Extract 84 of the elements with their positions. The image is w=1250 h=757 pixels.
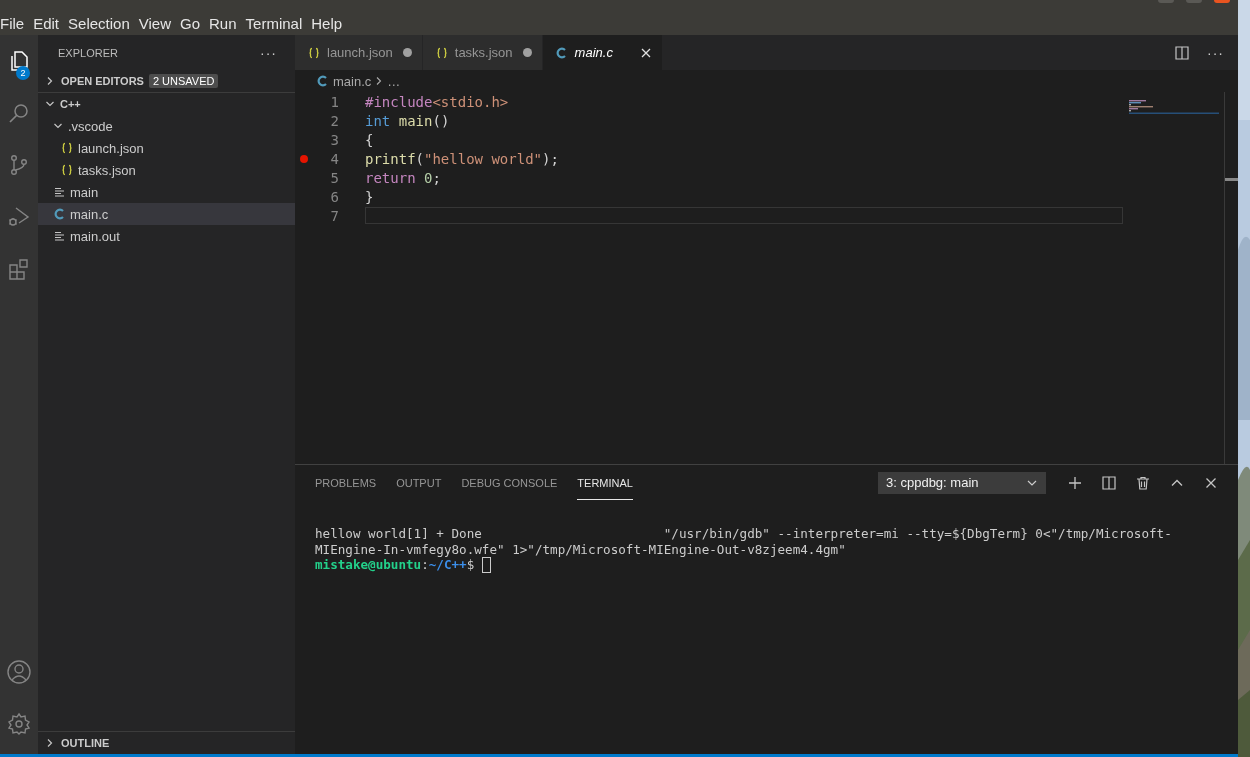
account-icon[interactable]: [6, 659, 32, 685]
tree-item[interactable]: C++: [38, 93, 295, 115]
close-icon[interactable]: [639, 46, 652, 59]
panel-tab[interactable]: DEBUG CONSOLE: [461, 465, 558, 500]
file-name: tasks.json: [78, 162, 136, 178]
tree-item[interactable]: main.out: [38, 225, 295, 247]
file-name: main.out: [70, 228, 120, 244]
breakpoint-icon[interactable]: [300, 154, 308, 163]
editor-tab[interactable]: main.c: [542, 35, 663, 70]
code-line: #include<stdio.h>: [365, 93, 509, 110]
panel-tab[interactable]: TERMINAL: [577, 465, 633, 500]
line-number: 5: [329, 169, 339, 186]
json-braces-icon: [307, 46, 321, 59]
extensions-icon: [7, 257, 31, 281]
terminal-line: hellow world[1] + Done "/usr/bin/gdb" --interpreter=mi --tty=${DbgTerm} 0<"/tmp/Microsoft-: [315, 526, 1173, 542]
unsaved-badge: 2 UNSAVED: [148, 74, 219, 88]
menu-item[interactable]: Selection: [68, 15, 139, 32]
c-file-icon: [315, 75, 329, 87]
chevron-icon[interactable]: [44, 99, 56, 109]
file-name: C++: [60, 98, 81, 110]
code-line: }: [365, 188, 374, 205]
breadcrumb-item[interactable]: …: [387, 73, 401, 89]
terminal-select[interactable]: 3: cppdbg: main: [878, 471, 1046, 494]
search-icon: [7, 101, 31, 125]
file-name: .vscode: [68, 118, 113, 134]
text-file-icon: [52, 187, 66, 197]
code-line: {: [365, 131, 374, 148]
line-number: 6: [329, 188, 339, 205]
section-header[interactable]: OPEN EDITORS 2 UNSAVED: [38, 70, 295, 93]
section-title: OPEN EDITORS: [61, 75, 144, 87]
menu-item[interactable]: Run: [209, 15, 246, 32]
tree-item[interactable]: main.c: [38, 203, 295, 225]
file-name: main: [70, 184, 99, 200]
more-actions-button[interactable]: ···: [260, 44, 277, 61]
add-terminal-icon[interactable]: [1068, 475, 1082, 490]
chevron-icon[interactable]: [52, 121, 64, 131]
split-terminal-icon[interactable]: [1102, 475, 1116, 490]
activity-button[interactable]: 2: [0, 35, 38, 87]
editor-tab[interactable]: tasks.json: [422, 35, 543, 70]
text-file-icon: [52, 231, 66, 241]
tree-item[interactable]: launch.json: [38, 137, 295, 159]
run-debug-icon: [7, 205, 31, 229]
more-actions-button[interactable]: ···: [1207, 44, 1224, 61]
tree-item[interactable]: main: [38, 181, 295, 203]
tree-item[interactable]: .vscode: [38, 115, 295, 137]
split-editor-icon[interactable]: [1175, 45, 1189, 60]
editor-tab[interactable]: launch.json: [295, 35, 423, 70]
code-line: return 0;: [365, 169, 441, 186]
terminal-line: mistake@ubuntu:~/C++$: [315, 557, 1218, 573]
chevron-icon: [375, 76, 384, 86]
json-braces-icon: [60, 142, 74, 154]
json-braces-icon: [60, 164, 74, 176]
menu-item[interactable]: Edit: [33, 15, 69, 32]
trash-icon[interactable]: [1136, 475, 1150, 490]
line-number: 7: [329, 207, 339, 224]
unsaved-dot-icon: [402, 48, 412, 57]
file-name: launch.json: [78, 140, 144, 156]
line-number: 1: [329, 93, 339, 110]
tree-item[interactable]: tasks.json: [38, 159, 295, 181]
menu-item[interactable]: File: [0, 15, 34, 32]
unsaved-dot-icon: [522, 48, 532, 57]
menu-item[interactable]: Terminal: [245, 15, 312, 32]
panel-tab[interactable]: OUTPUT: [396, 465, 442, 500]
close-button[interactable]: [1214, 0, 1230, 3]
menu-item[interactable]: View: [138, 15, 180, 32]
line-number: 4: [329, 150, 339, 167]
code-line: int main(): [365, 112, 450, 129]
terminal-line: MIEngine-In-vmfegy8o.wfe" 1>"/tmp/Microsoft-MIEngine-Out-v8zjeem4.4gm": [315, 541, 847, 557]
line-number: 3: [329, 131, 339, 148]
c-file-icon: [554, 46, 569, 59]
file-name: main.c: [70, 206, 109, 222]
c-file-icon: [52, 208, 66, 220]
count-badge: 2: [16, 66, 30, 80]
sidebar-title: EXPLORER: [58, 46, 118, 59]
settings-icon[interactable]: [7, 712, 31, 736]
close-icon[interactable]: [1204, 475, 1218, 490]
section-title: OUTLINE: [61, 737, 110, 749]
breadcrumb-item[interactable]: main.c: [333, 73, 372, 89]
code-line: printf("hellow world");: [365, 150, 559, 167]
line-number: 2: [329, 112, 339, 129]
panel-tab[interactable]: PROBLEMS: [315, 465, 377, 500]
terminal-cursor: [481, 557, 491, 573]
menu-item[interactable]: Go: [180, 15, 209, 32]
menu-item[interactable]: Help: [311, 15, 352, 32]
